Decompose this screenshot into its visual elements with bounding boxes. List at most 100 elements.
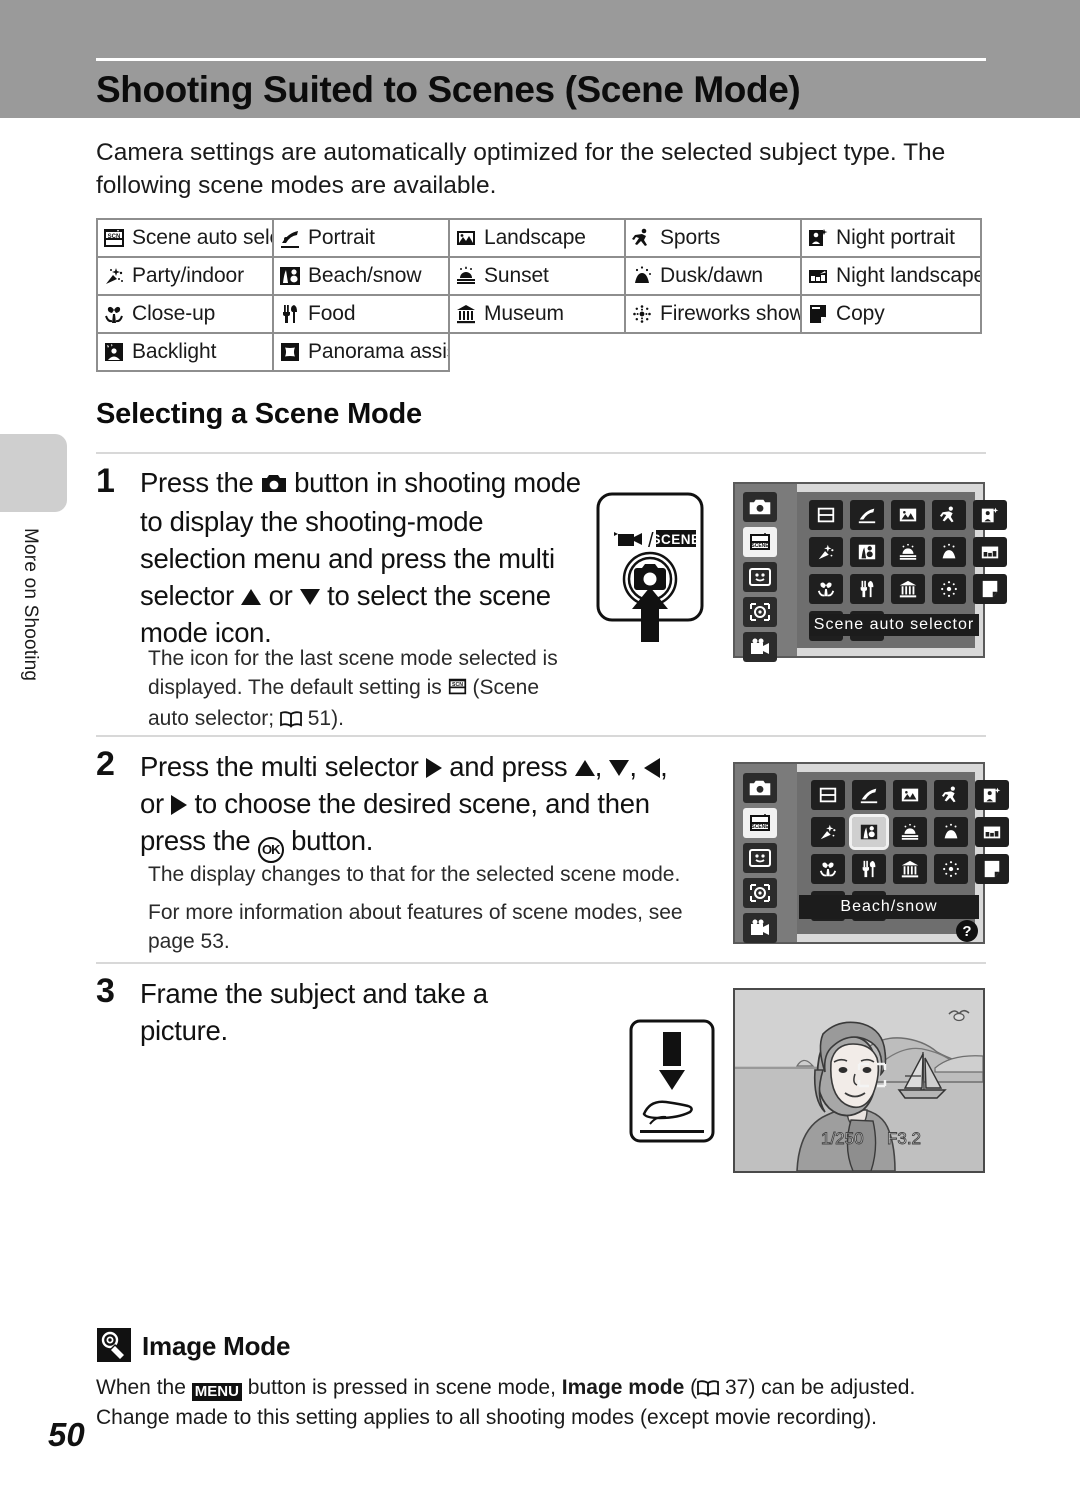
beach-snow-icon[interactable] — [850, 537, 884, 567]
step-2-text-f: to choose the desired scene, and then pr… — [140, 788, 650, 856]
section-divider — [96, 452, 986, 454]
step-2-text-g: button. — [283, 825, 374, 856]
party-indoor-icon[interactable] — [809, 537, 843, 567]
lcd-mode-bar: SCENE — [743, 492, 777, 662]
reference-book-icon — [697, 1376, 720, 1397]
table-row: SCN Scene auto selector Portrait Landsca… — [96, 218, 986, 258]
fireworks-show-icon[interactable] — [932, 574, 966, 604]
multi-selector-up-icon — [574, 760, 595, 776]
scene-cell-label: Copy — [836, 302, 885, 325]
svg-text:SCENE: SCENE — [751, 543, 769, 549]
note-text-image-mode: Image mode — [561, 1376, 685, 1399]
scene-cell-food: Food — [272, 294, 450, 334]
night-portrait-icon[interactable] — [973, 500, 1007, 530]
step-1-note-c: 51). — [301, 707, 344, 730]
note-divider — [96, 1288, 986, 1290]
close-up-icon[interactable] — [811, 854, 845, 884]
close-up-icon[interactable] — [809, 574, 843, 604]
night-portrait-icon[interactable] — [975, 780, 1009, 810]
party-indoor-icon[interactable] — [811, 817, 845, 847]
dusk-dawn-icon[interactable] — [934, 817, 968, 847]
portrait-icon[interactable] — [850, 500, 884, 530]
scene-cell-sunset: Sunset — [448, 256, 626, 296]
museum-icon[interactable] — [891, 574, 925, 604]
night-landscape-icon[interactable] — [973, 537, 1007, 567]
museum-icon[interactable] — [893, 854, 927, 884]
scene-cell-portrait: Portrait — [272, 218, 450, 258]
sports-icon[interactable] — [934, 780, 968, 810]
note-text-e: ( — [684, 1376, 698, 1399]
svg-text:SCENE: SCENE — [751, 824, 769, 830]
smile-mode-icon[interactable] — [743, 562, 777, 592]
scene-mode-icon[interactable]: SCENE — [743, 808, 777, 838]
scene-auto-selector-icon[interactable] — [809, 500, 843, 530]
night-landscape-icon — [807, 265, 829, 287]
food-icon[interactable] — [850, 574, 884, 604]
scene-cell-dusk-dawn: Dusk/dawn — [624, 256, 802, 296]
image-mode-note-icon — [97, 1328, 131, 1362]
copy-icon[interactable] — [975, 854, 1009, 884]
svg-text:SCN: SCN — [108, 234, 121, 240]
auto-mode-icon[interactable] — [743, 492, 777, 522]
beach-snow-icon — [279, 265, 301, 287]
night-portrait-icon — [807, 227, 829, 249]
scene-cell-label: Sports — [660, 226, 721, 249]
scene-cell-label: Close-up — [132, 302, 216, 325]
museum-icon — [455, 303, 477, 325]
portrait-icon — [279, 227, 301, 249]
sports-icon — [631, 227, 653, 249]
note-title: Image Mode — [142, 1331, 291, 1361]
scene-cell-label: Dusk/dawn — [660, 264, 763, 287]
step-2-text-b: and press — [441, 751, 575, 782]
sunset-icon — [455, 265, 477, 287]
auto-mode-icon[interactable] — [743, 773, 777, 803]
subject-tracking-icon[interactable] — [743, 597, 777, 627]
movie-mode-icon[interactable] — [743, 632, 777, 662]
step-divider-1 — [96, 735, 986, 737]
food-icon[interactable] — [852, 854, 886, 884]
help-badge-icon[interactable]: ? — [956, 920, 978, 942]
sunset-icon[interactable] — [893, 817, 927, 847]
night-landscape-icon[interactable] — [975, 817, 1009, 847]
close-up-icon — [103, 303, 125, 325]
section-heading: Selecting a Scene Mode — [96, 398, 422, 430]
page-title: Shooting Suited to Scenes (Scene Mode) — [96, 69, 801, 110]
scene-cell-close-up: Close-up — [96, 294, 274, 334]
step-3-instruction: Frame the subject and take a picture. — [140, 978, 488, 1046]
step-1-instruction: Press the button in shooting mode to dis… — [140, 464, 590, 651]
table-row: Close-up Food Museum Fireworks show Copy — [96, 294, 986, 334]
multi-selector-up-icon — [241, 589, 262, 605]
smile-mode-icon[interactable] — [743, 843, 777, 873]
sunset-icon[interactable] — [891, 537, 925, 567]
sports-icon[interactable] — [932, 500, 966, 530]
beach-snow-icon-selected[interactable] — [849, 814, 889, 850]
shutter-press-illustration — [628, 1018, 716, 1144]
copy-icon — [807, 303, 829, 325]
scene-auto-selector-icon[interactable] — [811, 780, 845, 810]
page-number: 50 — [48, 1416, 85, 1453]
shooting-mode-button-illustration: / SCENE — [592, 492, 708, 644]
portrait-icon[interactable] — [852, 780, 886, 810]
landscape-icon[interactable] — [891, 500, 925, 530]
food-icon — [279, 303, 301, 325]
step-1-note: The icon for the last scene mode selecte… — [148, 644, 578, 733]
fireworks-show-icon[interactable] — [934, 854, 968, 884]
chapter-tab — [0, 434, 67, 512]
intro-paragraph: Camera settings are automatically optimi… — [96, 139, 946, 199]
step-2-instruction: Press the multi selector and press , , ,… — [140, 748, 675, 863]
scene-mode-icon[interactable]: SCENE — [743, 527, 777, 557]
scene-cell-label: Food — [308, 302, 356, 325]
step-2-text-d: , — [629, 751, 645, 782]
scene-cell-label: Landscape — [484, 226, 586, 249]
panorama-assist-icon — [279, 341, 301, 363]
scene-cell-night-portrait: Night portrait — [800, 218, 982, 258]
dusk-dawn-icon[interactable] — [932, 537, 966, 567]
movie-mode-icon[interactable] — [743, 913, 777, 943]
landscape-icon[interactable] — [893, 780, 927, 810]
scene-cell-museum: Museum — [448, 294, 626, 334]
copy-icon[interactable] — [973, 574, 1007, 604]
scene-cell-label: Night landscape — [836, 264, 982, 287]
subject-tracking-icon[interactable] — [743, 878, 777, 908]
step-2-note-1: The display changes to that for the sele… — [148, 863, 681, 886]
note-body: When the MENU button is pressed in scene… — [96, 1373, 981, 1433]
